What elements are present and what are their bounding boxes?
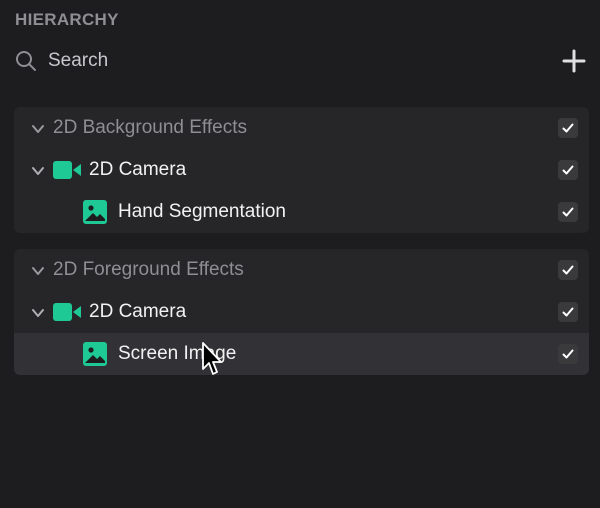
effects-group: 2D Foreground Effects 2D Camera Screen I… bbox=[14, 249, 589, 375]
image-icon bbox=[83, 342, 107, 366]
mouse-cursor-icon bbox=[202, 342, 222, 375]
tree-row-label: 2D Camera bbox=[89, 159, 187, 180]
effects-group: 2D Background Effects 2D Camera Hand Seg… bbox=[14, 107, 589, 233]
camera-icon bbox=[53, 161, 81, 179]
tree-row-camera[interactable]: 2D Camera bbox=[14, 149, 589, 191]
add-button[interactable] bbox=[562, 49, 586, 73]
check-icon bbox=[562, 265, 574, 275]
chevron-down-icon[interactable] bbox=[31, 122, 45, 136]
tree-row-image-selected[interactable]: Screen Image bbox=[14, 333, 589, 375]
check-icon bbox=[562, 307, 574, 317]
chevron-down-icon[interactable] bbox=[31, 306, 45, 320]
search-input[interactable] bbox=[48, 50, 528, 72]
search-bar bbox=[14, 46, 586, 76]
visibility-checkbox[interactable] bbox=[558, 260, 578, 280]
plus-icon bbox=[562, 49, 586, 73]
tree-row-label: 2D Background Effects bbox=[53, 117, 247, 138]
chevron-down-icon[interactable] bbox=[31, 264, 45, 278]
tree-row-image[interactable]: Hand Segmentation bbox=[14, 191, 589, 233]
check-icon bbox=[562, 123, 574, 133]
panel-title: HIERARCHY bbox=[15, 10, 119, 29]
image-icon bbox=[83, 200, 107, 224]
visibility-checkbox[interactable] bbox=[558, 302, 578, 322]
visibility-checkbox[interactable] bbox=[558, 202, 578, 222]
visibility-checkbox[interactable] bbox=[558, 118, 578, 138]
visibility-checkbox[interactable] bbox=[558, 160, 578, 180]
tree-row-label: 2D Camera bbox=[89, 301, 187, 322]
visibility-checkbox[interactable] bbox=[558, 344, 578, 364]
tree-row-label: 2D Foreground Effects bbox=[53, 259, 244, 280]
tree-row-effects[interactable]: 2D Foreground Effects bbox=[14, 249, 589, 291]
camera-icon bbox=[53, 303, 81, 321]
tree-row-effects[interactable]: 2D Background Effects bbox=[14, 107, 589, 149]
check-icon bbox=[562, 165, 574, 175]
tree-row-camera[interactable]: 2D Camera bbox=[14, 291, 589, 333]
search-icon bbox=[14, 49, 38, 73]
tree-row-label: Hand Segmentation bbox=[118, 201, 286, 222]
chevron-down-icon[interactable] bbox=[31, 164, 45, 178]
check-icon bbox=[562, 349, 574, 359]
check-icon bbox=[562, 207, 574, 217]
